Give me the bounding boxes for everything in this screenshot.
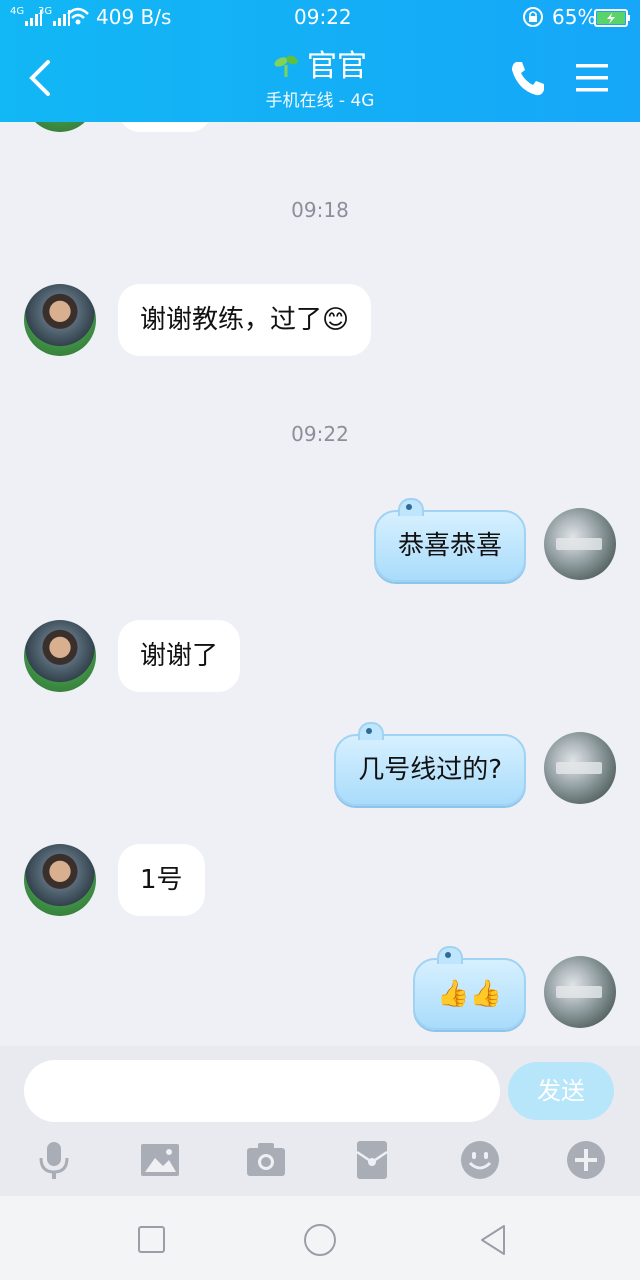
- my-avatar[interactable]: [544, 508, 616, 580]
- emoji-button[interactable]: [458, 1138, 502, 1182]
- my-avatar[interactable]: [544, 732, 616, 804]
- chat-header: 官官 手机在线 - 4G: [0, 34, 640, 122]
- contact-avatar[interactable]: [24, 844, 96, 916]
- contact-avatar[interactable]: [24, 284, 96, 356]
- bubble-ear: [437, 946, 464, 964]
- back-nav-button[interactable]: [472, 1220, 512, 1260]
- battery-icon: [594, 8, 632, 32]
- signal-3g-label: 3G: [38, 6, 53, 17]
- contact-name: 官官: [307, 49, 367, 84]
- message-bubble-outgoing[interactable]: 几号线过的?: [334, 722, 526, 806]
- hamburger-icon: [576, 64, 608, 92]
- message-text: 几号线过的?: [358, 755, 502, 785]
- message-bubble-incoming[interactable]: 谢谢了: [118, 620, 241, 692]
- message-text: 恭喜恭喜: [397, 531, 502, 561]
- send-button[interactable]: 发送: [508, 1062, 614, 1120]
- composer: 发送: [0, 1046, 640, 1196]
- microphone-icon: [39, 1142, 69, 1179]
- red-packet-icon: [356, 1141, 388, 1179]
- square-icon: [138, 1226, 165, 1253]
- message-bubble-incoming[interactable]: 1号: [118, 844, 205, 916]
- timestamp: 09:22: [291, 422, 349, 446]
- sprout-icon: [273, 51, 299, 89]
- message-input[interactable]: [24, 1060, 500, 1122]
- message-text: 谢谢了: [140, 641, 219, 671]
- bubble-ear: [358, 722, 385, 740]
- recents-button[interactable]: [132, 1220, 172, 1260]
- triangle-back-icon: [481, 1225, 505, 1255]
- camera-button[interactable]: [244, 1138, 288, 1182]
- emoji-icon: [461, 1141, 499, 1179]
- status-bar: 4G 3G 409 B/s 09:22 65%: [0, 0, 640, 34]
- plus-icon: [567, 1141, 605, 1179]
- message-text: 1号: [140, 865, 183, 895]
- contact-avatar[interactable]: [24, 620, 96, 692]
- smile-emoji: 😊: [322, 305, 350, 335]
- contact-avatar[interactable]: [24, 122, 96, 132]
- rotation-lock-icon: [522, 6, 544, 33]
- phone-icon: [512, 62, 544, 96]
- home-button[interactable]: [300, 1220, 340, 1260]
- message-bubble-outgoing[interactable]: 恭喜恭喜: [373, 498, 526, 582]
- circle-icon: [304, 1224, 336, 1256]
- message-list[interactable]: 09:18 谢谢教练，过了😊 09:22 恭喜恭喜 谢谢了 几号线过的? 1号 …: [0, 122, 640, 1046]
- red-packet-button[interactable]: [350, 1138, 394, 1182]
- clock: 09:22: [294, 5, 352, 29]
- album-button[interactable]: [138, 1138, 182, 1182]
- menu-button[interactable]: [570, 56, 614, 100]
- network-speed: 409 B/s: [96, 5, 172, 29]
- message-bubble-partial: [118, 122, 212, 132]
- message-bubble-outgoing[interactable]: 👍👍: [413, 946, 526, 1030]
- image-icon: [141, 1144, 179, 1176]
- message-bubble-incoming[interactable]: 谢谢教练，过了😊: [118, 284, 372, 356]
- camera-icon: [247, 1143, 285, 1176]
- timestamp: 09:18: [291, 198, 349, 222]
- battery-percent: 65%: [552, 5, 597, 29]
- signal-4g-label: 4G: [10, 6, 25, 17]
- thumbs-up-emoji: 👍👍: [437, 979, 502, 1009]
- voice-button[interactable]: [32, 1138, 76, 1182]
- message-text: 谢谢教练，过了: [140, 305, 323, 335]
- my-avatar[interactable]: [544, 956, 616, 1028]
- wifi-icon: [66, 6, 90, 31]
- call-button[interactable]: [506, 56, 550, 100]
- more-button[interactable]: [564, 1138, 608, 1182]
- bubble-ear: [397, 498, 424, 516]
- system-nav-bar: [0, 1196, 640, 1280]
